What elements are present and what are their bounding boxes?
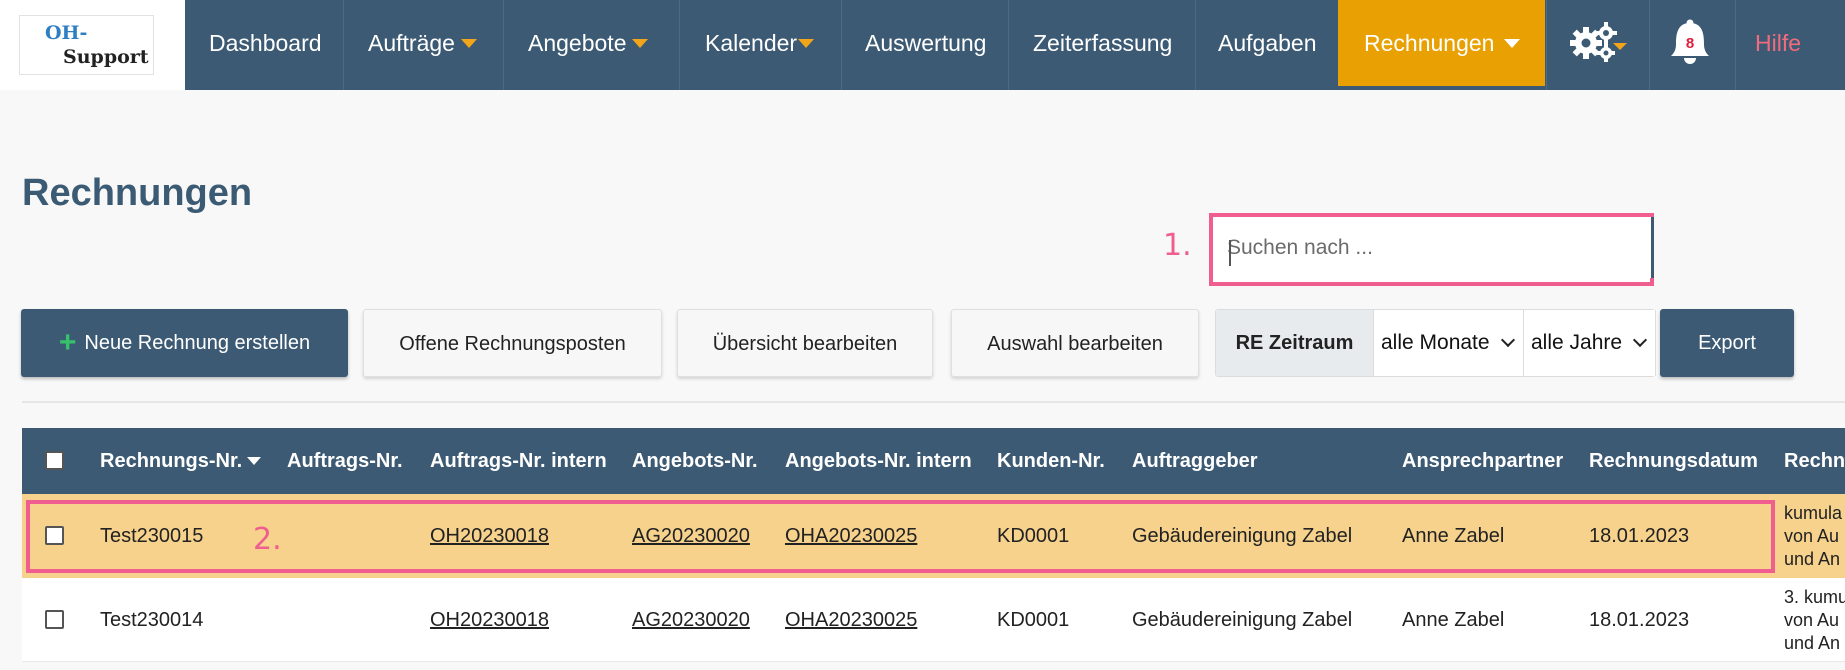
column-header-angebots-nr[interactable]: Angebots-Nr.	[632, 428, 758, 494]
nav-separator	[503, 0, 504, 90]
column-header-kunden-nr[interactable]: Kunden-Nr.	[997, 428, 1105, 494]
select-all-checkbox[interactable]	[45, 451, 64, 470]
search-input[interactable]	[1213, 217, 1654, 278]
nav-separator	[1546, 0, 1547, 90]
cell-kunden-nr: KD0001	[997, 609, 1070, 631]
nav-label: Rechnungen	[1364, 30, 1495, 56]
nav-item-rechnungen[interactable]: Rechnungen	[1364, 0, 1521, 90]
nav-separator	[343, 0, 344, 90]
nav-label: Angebote	[528, 30, 627, 56]
chevron-down-icon	[1632, 332, 1648, 348]
invoice-period-filter: RE Zeitraum alle Monate alle Jahre	[1215, 309, 1656, 377]
cell-auftraggeber: Gebäudereinigung Zabel	[1132, 609, 1353, 631]
nav-item-auswertung[interactable]: Auswertung	[865, 0, 986, 90]
column-header-rechnung[interactable]: Rechnu	[1784, 428, 1845, 494]
nav-label: Zeiterfassung	[1033, 30, 1173, 56]
cell-text-line: von Au	[1784, 526, 1840, 546]
logo-line1: OH-	[45, 22, 88, 44]
column-header-auftraggeber[interactable]: Auftraggeber	[1132, 428, 1258, 494]
cell-rechnung-text: 3. kumu von Au und An	[1784, 586, 1845, 655]
column-header-auftrags-nr[interactable]: Auftrags-Nr.	[287, 428, 403, 494]
cell-rechnungsdatum: 18.01.2023	[1589, 609, 1690, 631]
nav-label: Hilfe	[1755, 30, 1802, 56]
nav-item-dashboard[interactable]: Dashboard	[209, 0, 322, 90]
nav-label: Aufträge	[368, 30, 455, 56]
cell-auftrags-nr-intern-link[interactable]: OH20230018	[430, 608, 549, 632]
row-checkbox[interactable]	[45, 610, 64, 629]
cell-text-line: und An	[1784, 549, 1841, 569]
cell-text-line: und An	[1784, 633, 1841, 653]
button-label: Auswahl bearbeiten	[987, 333, 1163, 355]
cell-rechnungs-nr: Test230014	[100, 609, 204, 631]
notification-count: 8	[1686, 35, 1694, 52]
app-logo[interactable]: OH- Support	[19, 15, 154, 75]
cell-angebots-nr-intern-link[interactable]: OHA20230025	[785, 608, 917, 632]
settings-menu[interactable]	[1568, 0, 1630, 90]
cell-angebots-nr-link[interactable]: AG20230020	[632, 608, 750, 632]
edit-overview-button[interactable]: Übersicht bearbeiten	[677, 309, 933, 377]
top-navigation-bar: OH- Support Dashboard Aufträge Angebote …	[0, 0, 1845, 90]
notifications-button[interactable]: 8	[1668, 0, 1712, 90]
dropdown-caret-icon	[798, 39, 815, 49]
months-select[interactable]: alle Monate	[1373, 310, 1523, 376]
cell-rechnung-text: kumula von Au und An	[1784, 502, 1842, 571]
button-label: Übersicht bearbeiten	[712, 333, 898, 355]
dropdown-caret-icon	[460, 39, 477, 49]
section-divider	[22, 401, 1845, 403]
months-select-value: alle Monate	[1381, 331, 1490, 354]
column-header-rechnungs-nr[interactable]: Rechnungs-Nr.	[100, 428, 262, 494]
edit-selection-button[interactable]: Auswahl bearbeiten	[951, 309, 1199, 377]
nav-item-help[interactable]: Hilfe	[1755, 0, 1801, 90]
column-header-angebots-nr-intern[interactable]: Angebots-Nr. intern	[785, 428, 972, 494]
cell-text-line: von Au	[1784, 610, 1840, 630]
years-select[interactable]: alle Jahre	[1523, 310, 1656, 376]
table-row[interactable]: Test230014 OH20230018 AG20230020 OHA2023…	[22, 578, 1845, 662]
bell-icon: 8	[1671, 19, 1709, 64]
dropdown-caret-icon	[1504, 39, 1521, 49]
nav-item-zeiterfassung[interactable]: Zeiterfassung	[1033, 0, 1172, 90]
nav-label: Auswertung	[865, 30, 987, 56]
nav-separator	[1008, 0, 1009, 90]
chevron-down-icon	[1500, 332, 1516, 348]
nav-separator	[1195, 0, 1196, 90]
column-header-auftrags-nr-intern[interactable]: Auftrags-Nr. intern	[430, 428, 607, 494]
plus-icon: +	[58, 326, 77, 359]
nav-label: Dashboard	[209, 30, 322, 56]
column-header-rechnungsdatum[interactable]: Rechnungsdatum	[1589, 428, 1758, 494]
dropdown-caret-icon	[632, 39, 649, 49]
page-title: Rechnungen	[22, 172, 253, 214]
nav-item-angebote[interactable]: Angebote	[528, 0, 649, 90]
nav-item-aufgaben[interactable]: Aufgaben	[1218, 0, 1316, 90]
button-label: Export	[1698, 332, 1756, 354]
table-header: Rechnungs-Nr. Auftrags-Nr. Auftrags-Nr. …	[22, 428, 1845, 494]
nav-separator	[1649, 0, 1650, 90]
button-label: Offene Rechnungsposten	[399, 333, 626, 355]
button-label: Neue Rechnung erstellen	[84, 332, 311, 354]
annotation-marker-2: 2.	[253, 522, 282, 557]
column-header-ansprechpartner[interactable]: Ansprechpartner	[1402, 428, 1563, 494]
nav-separator	[841, 0, 842, 90]
period-label: RE Zeitraum	[1216, 310, 1373, 376]
logo-area[interactable]: OH- Support	[0, 0, 185, 90]
nav-item-kalender[interactable]: Kalender	[705, 0, 815, 90]
cell-ansprechpartner: Anne Zabel	[1402, 609, 1505, 631]
nav-separator	[679, 0, 680, 90]
years-select-value: alle Jahre	[1531, 331, 1623, 354]
nav-separator	[1735, 0, 1736, 90]
sort-caret-icon	[247, 456, 262, 465]
open-items-button[interactable]: Offene Rechnungsposten	[363, 309, 662, 377]
row-highlight-frame	[26, 500, 1775, 573]
nav-label: Aufgaben	[1218, 30, 1317, 56]
text-cursor	[1229, 240, 1231, 266]
annotation-marker-1: 1.	[1163, 228, 1192, 263]
nav-label: Kalender	[705, 30, 798, 56]
gears-icon	[1570, 21, 1627, 62]
cell-text-line: kumula	[1784, 503, 1843, 523]
header-label: Rechnungs-Nr.	[100, 450, 243, 472]
new-invoice-button[interactable]: + Neue Rechnung erstellen	[21, 309, 348, 377]
nav-item-auftraege[interactable]: Aufträge	[368, 0, 477, 90]
cell-text-line: 3. kumu	[1784, 587, 1845, 607]
export-button[interactable]: Export	[1660, 309, 1794, 377]
logo-line2: Support	[63, 46, 149, 68]
